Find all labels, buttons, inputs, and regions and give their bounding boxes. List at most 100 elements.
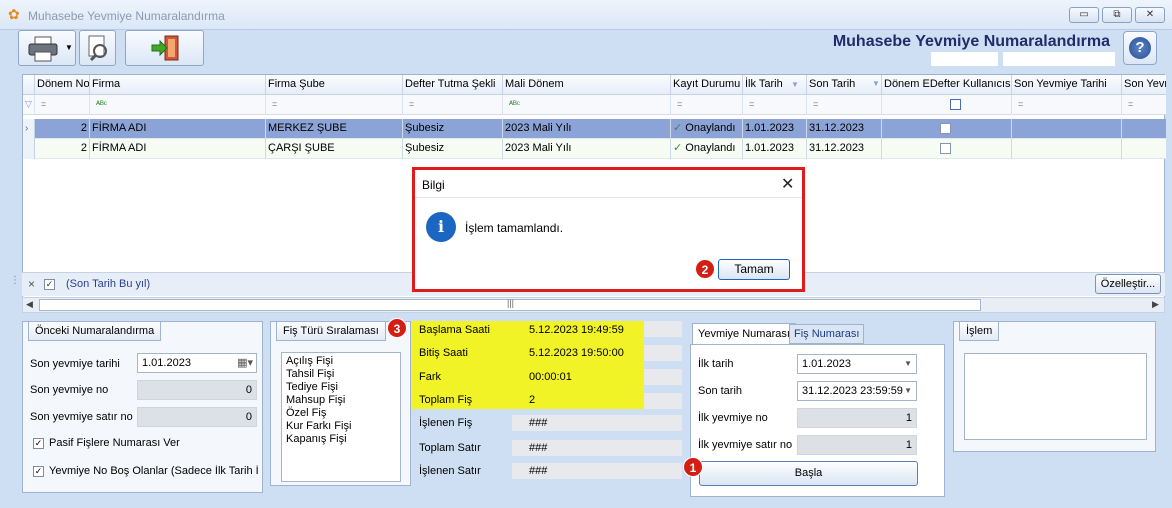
ok-button[interactable]: Tamam	[718, 259, 790, 280]
tab-fis-numarasi[interactable]: Fiş Numarası	[789, 324, 865, 344]
yevmiye-tab-content: İlk tarih 1.01.2023 ▼ Son tarih 31.12.202…	[690, 344, 945, 497]
col-defter[interactable]: Defter Tutma Şekli	[403, 75, 503, 95]
filter-cell[interactable]: =	[1012, 95, 1122, 115]
cell: 2	[35, 139, 90, 159]
calendar-dropdown-icon[interactable]: ▦▾	[237, 354, 253, 372]
settings-button[interactable]	[79, 30, 116, 66]
col-firma[interactable]: Firma	[90, 75, 266, 95]
toplam-fis-value: 2	[529, 394, 536, 406]
chevron-down-icon[interactable]: ▼	[904, 355, 912, 373]
table-row[interactable]: › 2 FİRMA ADI MERKEZ ŞUBE Şubesiz 2023 M…	[23, 119, 1166, 139]
son-tarih-input[interactable]: 31.12.2023 23:59:59 ▼	[797, 381, 917, 401]
filter-cell[interactable]: =	[35, 95, 90, 115]
customize-button[interactable]: Özelleştir...	[1095, 274, 1161, 294]
filter-cell[interactable]: =	[266, 95, 403, 115]
filter-cell[interactable]: ᴬᴮᶜ	[90, 95, 266, 115]
islenen-fis-value: ###	[529, 417, 548, 429]
dialog-message: İşlem tamamlandı.	[465, 221, 564, 235]
list-item[interactable]: Özel Fiş	[286, 407, 396, 420]
col-edefter[interactable]: Dönem EDefter Kullanıcısı	[882, 75, 1012, 95]
cell: Şubesiz	[403, 139, 503, 159]
cell: FİRMA ADI	[90, 119, 266, 139]
edefter-checkbox-cell[interactable]	[882, 139, 1012, 159]
onceki-title: Önceki Numaralandırma	[28, 321, 162, 341]
stats-panel: Başlama Saati 5.12.2023 19:49:59 Bitiş S…	[412, 321, 682, 486]
col-son-tarih[interactable]: Son Tarih	[807, 75, 882, 95]
cell: 2023 Mali Yılı	[503, 119, 671, 139]
list-item[interactable]: Tediye Fişi	[286, 381, 396, 394]
filter-checkbox-cell[interactable]	[882, 95, 1012, 115]
clear-filter-icon[interactable]: ×	[28, 277, 35, 291]
print-button[interactable]: ▼	[18, 30, 76, 66]
islem-list[interactable]	[964, 353, 1147, 440]
minimize-button[interactable]: ▭	[1069, 7, 1099, 23]
chevron-down-icon[interactable]: ▼	[904, 382, 912, 400]
list-item[interactable]: Kur Farkı Fişi	[286, 420, 396, 433]
col-mali-donem[interactable]: Mali Dönem	[503, 75, 671, 95]
filter-cell[interactable]: =	[1122, 95, 1166, 115]
close-button[interactable]: ✕	[1135, 7, 1165, 23]
app-butterfly-icon: ✿	[8, 6, 20, 22]
exit-button[interactable]	[125, 30, 204, 66]
bos-olanlar-label: Yevmiye No Boş Olanlar (Sadece İlk Tarih…	[49, 465, 259, 477]
son-yevmiye-tarihi-input[interactable]: 1.01.2023 ▦▾	[137, 353, 257, 373]
fis-turu-list[interactable]: Açılış Fişi Tahsil Fişi Tediye Fişi Mahs…	[281, 352, 401, 482]
list-item[interactable]: Kapanış Fişi	[286, 433, 396, 446]
bitis-saati-label: Bitiş Saati	[419, 347, 468, 359]
header-blank-box	[931, 52, 998, 66]
col-kayit-durumu[interactable]: Kayıt Durumu	[671, 75, 743, 95]
annotation-badge-2: 2	[695, 259, 715, 279]
col-son-yevmiye[interactable]: Son Yevm	[1122, 75, 1166, 95]
ilk-yevmiye-satir-field[interactable]: 1	[797, 435, 917, 455]
list-item[interactable]: Tahsil Fişi	[286, 368, 396, 381]
filter-text[interactable]: (Son Tarih Bu yıl)	[66, 278, 150, 290]
filter-cell[interactable]: =	[807, 95, 882, 115]
status-cell: ✓ Onaylandı	[671, 139, 743, 159]
son-yevmiye-no-field: 0	[137, 380, 257, 400]
edefter-checkbox[interactable]	[940, 143, 951, 154]
grid-header: Dönem No Firma Firma Şube Defter Tutma Ş…	[23, 75, 1166, 95]
toplam-satir-value: ###	[529, 442, 548, 454]
filter-row[interactable]: ▽ = ᴬᴮᶜ = = ᴬᴮᶜ = = = = =	[23, 95, 1166, 115]
pasif-fis-checkbox[interactable]: ✓	[33, 438, 44, 449]
tab-yevmiye-numarasi[interactable]: Yevmiye Numarası	[692, 323, 796, 345]
ilk-yevmiye-no-field[interactable]: 1	[797, 408, 917, 428]
son-yevmiye-no-label: Son yevmiye no	[30, 384, 109, 396]
dialog-close-icon[interactable]: ✕	[781, 174, 794, 194]
title-bar: ✿ Muhasebe Yevmiye Numaralandırma ▭ ⧉ ✕	[0, 0, 1172, 30]
horizontal-scrollbar[interactable]: ◀ ||| ▶	[22, 297, 1165, 313]
window-title: Muhasebe Yevmiye Numaralandırma	[28, 9, 225, 23]
edefter-checkbox-cell[interactable]	[882, 119, 1012, 139]
drag-handle[interactable]: ⋮	[10, 275, 20, 286]
sort-arrow-icon: ▼	[791, 80, 799, 89]
list-item[interactable]: Açılış Fişi	[286, 355, 396, 368]
filter-cell[interactable]: =	[743, 95, 807, 115]
help-button[interactable]: ?	[1123, 31, 1157, 65]
filter-enabled-checkbox[interactable]: ✓	[44, 279, 55, 290]
list-item[interactable]: Mahsup Fişi	[286, 394, 396, 407]
col-son-yevmiye-tarihi[interactable]: Son Yevmiye Tarihi	[1012, 75, 1122, 95]
col-donem-no[interactable]: Dönem No	[35, 75, 90, 95]
baslama-saati-label: Başlama Saati	[419, 324, 490, 336]
restore-button[interactable]: ⧉	[1102, 7, 1132, 23]
filter-checkbox[interactable]	[950, 99, 961, 110]
bitis-saati-value: 5.12.2023 19:50:00	[529, 347, 624, 359]
son-tarih-value: 31.12.2023 23:59:59	[802, 385, 903, 397]
filter-cell[interactable]: ᴬᴮᶜ	[503, 95, 671, 115]
toplam-satir-label: Toplam Satır	[419, 442, 481, 454]
col-firma-sube[interactable]: Firma Şube	[266, 75, 403, 95]
ilk-tarih-input[interactable]: 1.01.2023 ▼	[797, 354, 917, 374]
edefter-checkbox[interactable]	[940, 123, 951, 134]
bos-olanlar-checkbox[interactable]: ✓	[33, 466, 44, 477]
check-icon: ✓	[673, 122, 686, 134]
islenen-satir-value: ###	[529, 465, 548, 477]
filter-cell[interactable]: =	[403, 95, 503, 115]
filter-cell[interactable]: =	[671, 95, 743, 115]
start-button[interactable]: Başla	[699, 461, 918, 486]
scroll-right-arrow[interactable]: ▶	[1152, 299, 1159, 310]
table-row[interactable]: 2 FİRMA ADI ÇARŞI ŞUBE Şubesiz 2023 Mali…	[23, 139, 1166, 159]
bar	[644, 345, 682, 361]
bar	[644, 393, 682, 409]
scroll-left-arrow[interactable]: ◀	[26, 299, 33, 310]
cell: ÇARŞI ŞUBE	[266, 139, 403, 159]
